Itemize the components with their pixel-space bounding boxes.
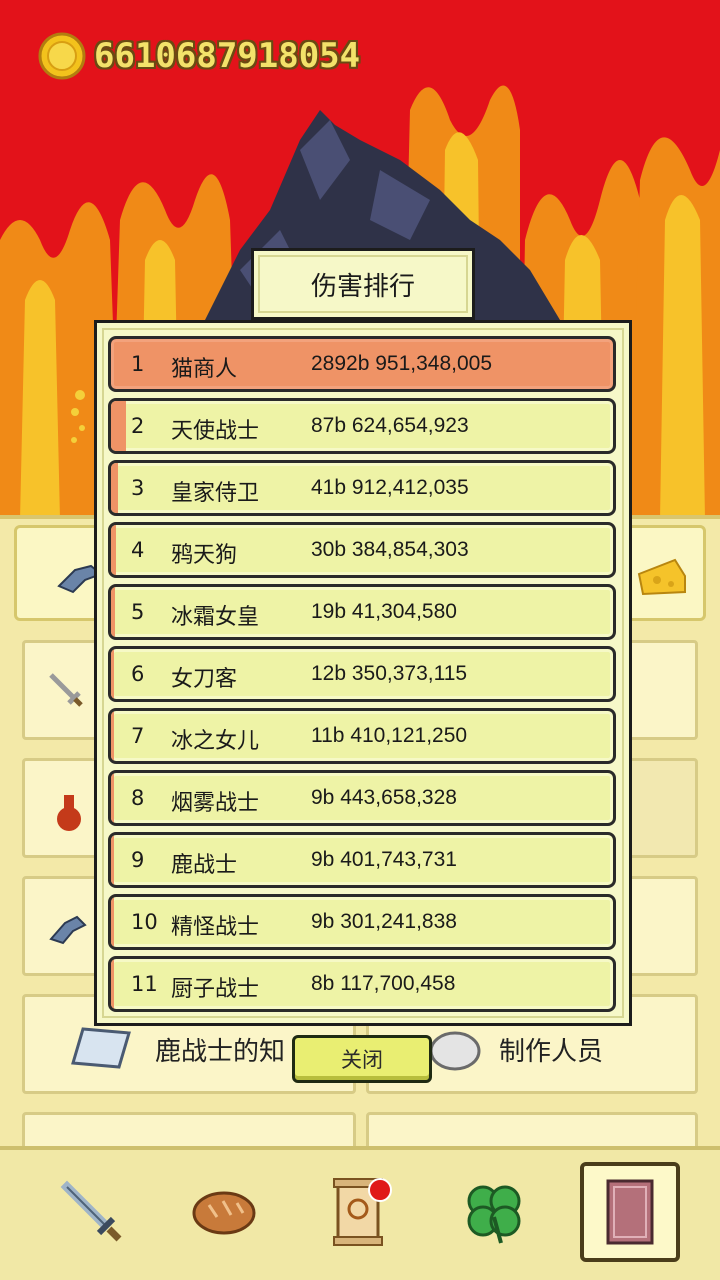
ranking-row: 5 冰霜女皇 19b 41,304,580	[108, 584, 616, 640]
hero-name: 天使战士	[171, 419, 260, 444]
damage-value: 30b 384,854,303	[311, 538, 469, 561]
knowledge-label: 鹿战士的知	[155, 1037, 286, 1067]
damage-value: 2892b 951,348,005	[311, 352, 493, 375]
bread-icon	[192, 1191, 256, 1235]
hero-name: 鸦天狗	[171, 543, 238, 568]
damage-share-bar	[111, 897, 114, 947]
nav-quest-scroll-button[interactable]	[308, 1162, 408, 1262]
damage-share-bar	[111, 649, 114, 699]
hero-name: 精怪战士	[171, 915, 260, 940]
damage-value: 9b 301,241,838	[311, 910, 457, 933]
damage-share-bar	[111, 587, 115, 637]
damage-value: 9b 443,658,328	[311, 786, 457, 809]
potion-icon	[57, 795, 81, 831]
damage-share-bar	[111, 711, 114, 761]
damage-value: 87b 624,654,923	[311, 414, 469, 437]
hero-name: 烟雾战士	[171, 791, 260, 816]
rank-number: 10	[131, 910, 158, 934]
ranking-row: 1 猫商人 2892b 951,348,005	[108, 336, 616, 392]
damage-share-bar	[111, 525, 116, 575]
rank-number: 8	[131, 786, 145, 810]
book-icon	[606, 1179, 654, 1245]
rank-number: 2	[131, 414, 145, 438]
ranking-row: 7 冰之女儿 11b 410,121,250	[108, 708, 616, 764]
coin-count: 6610687918054	[94, 36, 361, 76]
ranking-row: 3 皇家侍卫 41b 912,412,035	[108, 460, 616, 516]
hero-name: 冰霜女皇	[171, 605, 260, 630]
teapot-icon	[429, 1031, 481, 1071]
damage-value: 19b 41,304,580	[311, 600, 457, 623]
ranking-list: 1 猫商人 2892b 951,348,005 2 天使战士 87b 624,654,92…	[108, 336, 616, 1018]
sword-icon	[60, 1180, 122, 1242]
damage-share-bar	[111, 959, 114, 1009]
currency-display: 6610687918054	[38, 32, 360, 80]
clover-icon	[467, 1185, 521, 1244]
damage-share-bar	[111, 835, 114, 885]
ranking-row: 10 精怪战士 9b 301,241,838	[108, 894, 616, 950]
hero-name: 皇家侍卫	[171, 481, 260, 506]
menu-tile-2[interactable]	[22, 758, 102, 858]
ranking-row: 6 女刀客 12b 350,373,115	[108, 646, 616, 702]
damage-share-bar	[111, 773, 114, 823]
ranking-row: 8 烟雾战士 9b 443,658,328	[108, 770, 616, 826]
cheese-icon	[637, 558, 686, 596]
ranking-row: 4 鸦天狗 30b 384,854,303	[108, 522, 616, 578]
open-book-icon	[71, 1027, 131, 1069]
dagger-icon	[49, 673, 83, 707]
ranking-row: 9 鹿战士 9b 401,743,731	[108, 832, 616, 888]
notification-dot	[368, 1178, 392, 1202]
menu-tile-1[interactable]	[22, 640, 102, 740]
hero-name: 厨子战士	[171, 977, 260, 1002]
rank-number: 1	[131, 352, 145, 376]
damage-share-bar	[111, 401, 126, 451]
rank-number: 7	[131, 724, 145, 748]
damage-share-bar	[111, 463, 118, 513]
damage-value: 9b 401,743,731	[311, 848, 457, 871]
nav-clover-button[interactable]	[444, 1162, 544, 1262]
damage-value: 12b 350,373,115	[311, 662, 468, 685]
damage-value: 8b 117,700,458	[311, 972, 456, 995]
fish-icon	[49, 915, 87, 945]
ranking-row: 11 厨子战士 8b 117,700,458	[108, 956, 616, 1012]
menu-tile-3[interactable]	[22, 876, 102, 976]
rank-number: 4	[131, 538, 145, 562]
dialog-title: 伤害排行	[251, 248, 475, 320]
nav-bread-button[interactable]	[174, 1162, 274, 1262]
rank-number: 5	[131, 600, 145, 624]
hero-name: 冰之女儿	[171, 729, 260, 754]
rank-number: 11	[131, 972, 158, 996]
nav-sword-button[interactable]	[42, 1162, 142, 1262]
rank-number: 3	[131, 476, 145, 500]
hero-name: 女刀客	[171, 667, 238, 692]
rank-number: 9	[131, 848, 145, 872]
ranking-row: 2 天使战士 87b 624,654,923	[108, 398, 616, 454]
damage-value: 11b 410,121,250	[311, 724, 468, 747]
credits-label: 制作人员	[499, 1037, 604, 1067]
gold-coin-icon	[38, 32, 86, 80]
hero-name: 鹿战士	[171, 853, 238, 878]
nav-book-button[interactable]	[580, 1162, 680, 1262]
damage-value: 41b 912,412,035	[311, 476, 469, 499]
close-button[interactable]: 关闭	[292, 1035, 432, 1083]
hero-name: 猫商人	[171, 357, 238, 382]
rank-number: 6	[131, 662, 145, 686]
